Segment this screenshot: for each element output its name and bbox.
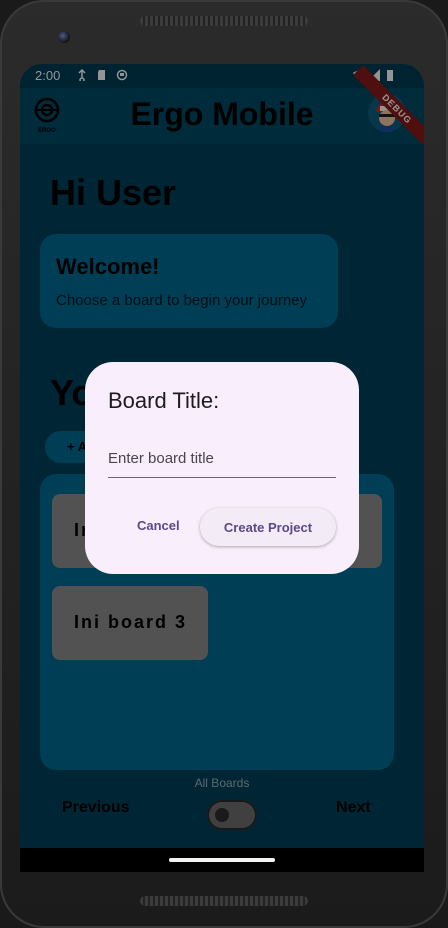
home-gesture-handle[interactable]	[169, 858, 275, 862]
create-project-button[interactable]: Create Project	[200, 508, 336, 546]
earpiece-speaker	[140, 16, 308, 26]
screen: 2:00 ERGO Ergo Mobile DEBUG Hi User Welc…	[20, 64, 424, 872]
dialog-title: Board Title:	[108, 388, 220, 413]
front-camera	[58, 31, 70, 43]
system-nav-bar	[20, 848, 424, 872]
board-title-input[interactable]	[108, 439, 336, 478]
bottom-speaker	[140, 896, 308, 906]
board-title-dialog: Board Title: Cancel Create Project	[85, 362, 359, 574]
phone-frame: 2:00 ERGO Ergo Mobile DEBUG Hi User Welc…	[0, 0, 448, 928]
cancel-button[interactable]: Cancel	[137, 518, 180, 533]
